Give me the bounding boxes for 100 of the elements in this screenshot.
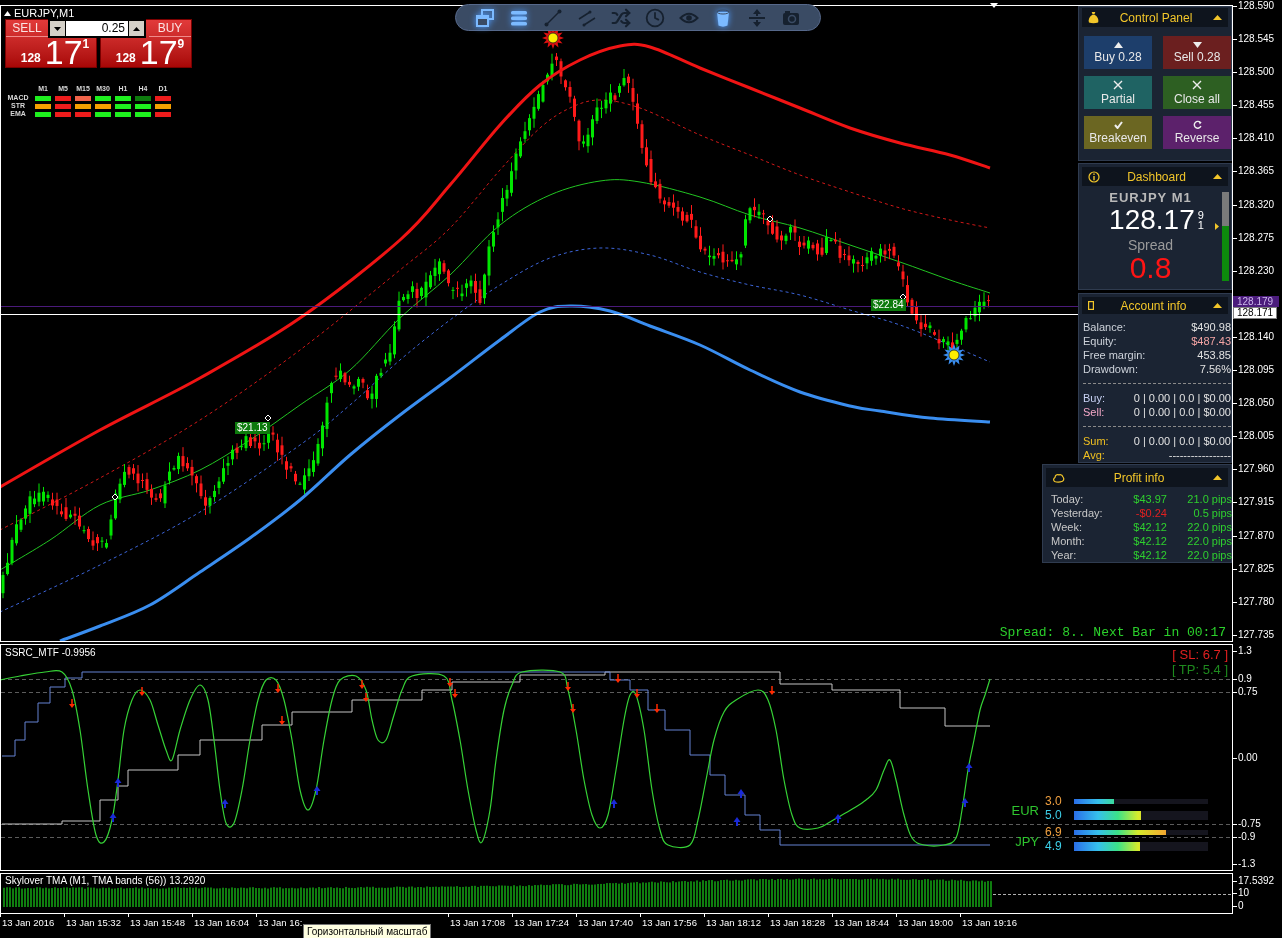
action-button[interactable]: Close all [1163, 76, 1231, 109]
account-label: Sum: [1083, 434, 1109, 448]
windows-icon[interactable] [475, 7, 495, 28]
oscillator-axis-label: 0.75 [1238, 686, 1258, 698]
price-axis-label: 128.320 [1238, 198, 1275, 211]
period-label: Month: [1051, 534, 1086, 548]
down-triangle-icon [1192, 41, 1202, 48]
up-triangle-icon [1113, 41, 1123, 48]
price-axis-label: 128.545 [1238, 33, 1275, 46]
down-arrow-icon [275, 683, 281, 693]
action-button[interactable]: Sell 0.28 [1163, 36, 1231, 69]
collapse-caret-icon[interactable] [1213, 174, 1222, 179]
price-axis-label: 128.050 [1238, 397, 1275, 410]
pointer-triangle-icon [1215, 222, 1219, 230]
profit-pips: 22.0 pips [1186, 520, 1232, 534]
panel-title: Control Panel [1118, 10, 1194, 25]
cross-icon [1192, 79, 1202, 90]
account-label: Free margin: [1083, 348, 1146, 362]
down-arrow-icon [279, 715, 285, 725]
price-axis-label: 128.230 [1238, 264, 1275, 277]
price-fraction: 1 [82, 38, 90, 50]
account-value: 7.56% [1199, 362, 1231, 376]
price-axis-label: 127.960 [1238, 463, 1275, 476]
lot-size-field[interactable]: 0.25 [66, 21, 128, 36]
chart-title: EURJPY,M1 [14, 7, 75, 20]
profit-amount: $42.12 [1132, 534, 1167, 548]
oscillator-axis-label: -0.75 [1238, 818, 1261, 830]
down-arrow-icon [139, 686, 145, 696]
lot-decrease-button[interactable] [50, 21, 65, 36]
time-axis-label: 13 Jan 16:04 [193, 917, 250, 929]
collapse-caret-icon[interactable] [1213, 475, 1222, 480]
panel-title: Profit info [1112, 470, 1166, 485]
account-value: $490.98 [1191, 320, 1231, 334]
price-axis-label: 127.735 [1238, 628, 1275, 641]
action-button[interactable]: Partial [1084, 76, 1152, 109]
price-fraction: 9 [177, 38, 185, 50]
collapse-caret-icon[interactable] [1213, 15, 1222, 20]
action-button[interactable]: Breakeven [1084, 116, 1152, 149]
up-arrow-icon [834, 814, 842, 824]
action-button[interactable]: Reverse [1163, 116, 1231, 149]
up-arrow-icon [965, 763, 973, 773]
up-arrow-icon [313, 786, 321, 796]
up-arrow-icon [109, 813, 117, 823]
period-label: Yesterday: [1051, 506, 1104, 520]
profit-pips: 22.0 pips [1186, 534, 1232, 548]
indicator-title: Skylover TMA (M1, TMA bands (56)) 13.2920 [5, 875, 206, 887]
price-axis-label: 128.455 [1238, 99, 1275, 112]
account-label: Buy: [1083, 391, 1105, 405]
info-icon [1088, 170, 1100, 183]
take-profit-label: [ TP: 5.4 ] [1171, 662, 1228, 677]
spread-value: 0.8 [1129, 253, 1172, 283]
time-axis-label: 13 Jan 2016 [1, 917, 56, 929]
oscillator-axis-label: 1.3 [1238, 645, 1252, 657]
oscillator-axis-label: 0.9 [1238, 673, 1252, 685]
down-arrow-icon [769, 685, 775, 695]
period-label: Year: [1051, 548, 1078, 562]
time-axis-label: 13 Jan 16: [257, 917, 303, 929]
time-axis-label: 13 Jan 17:56 [641, 917, 698, 929]
up-arrow-icon [961, 798, 969, 808]
histogram-axis-label: 10 [1238, 887, 1250, 899]
profit-label: $22.84 [871, 299, 906, 311]
profit-amount: $42.12 [1132, 520, 1167, 534]
price-axis-label: 127.870 [1238, 529, 1275, 542]
rectangle-icon [1088, 301, 1094, 310]
shift-marker-icon[interactable] [990, 3, 998, 8]
time-axis-label: 13 Jan 19:16 [961, 917, 1018, 929]
period-label: Week: [1051, 520, 1083, 534]
strength-value: 5.0 [1045, 808, 1063, 822]
price-axis-label: 128.590 [1238, 0, 1275, 12]
money-bag-icon [1088, 11, 1099, 24]
price-axis-label: 128.095 [1238, 364, 1275, 377]
cross-icon [1113, 79, 1123, 90]
price-axis-label: 128.410 [1238, 132, 1275, 145]
account-label: Avg: [1083, 448, 1105, 462]
price-axis-label: 127.780 [1238, 595, 1275, 608]
collapse-caret-icon[interactable] [1213, 303, 1222, 308]
diamond-marker-icon [766, 215, 774, 223]
price-pips: 17 [139, 37, 178, 67]
lot-increase-button[interactable] [129, 21, 144, 36]
account-value: 453.85 [1197, 348, 1231, 362]
stop-loss-label: [ SL: 6.7 ] [1172, 647, 1228, 662]
spread-label: Spread [1127, 237, 1174, 253]
up-triangle-icon[interactable] [4, 11, 11, 16]
period-label: Today: [1051, 492, 1085, 506]
price-axis-label: 127.825 [1238, 562, 1275, 575]
currency-label: JPY [1014, 835, 1039, 849]
cloud-icon [1052, 472, 1065, 483]
account-label: Sell: [1083, 405, 1105, 419]
status-text: Spread: 8.. Next Bar in 00:17 [999, 626, 1226, 640]
buy-button[interactable]: BUY [149, 20, 191, 37]
account-value: 0 | 0.00 | 0.0 | $0.00 [1133, 391, 1231, 405]
strength-value: 3.0 [1045, 794, 1063, 808]
down-triangle-icon [54, 26, 61, 31]
panel-title: Account info [1119, 298, 1188, 313]
action-button[interactable]: Buy 0.28 [1084, 36, 1152, 69]
time-axis-label: 13 Jan 18:28 [769, 917, 826, 929]
down-arrow-icon [615, 673, 621, 683]
account-value: 0 | 0.00 | 0.0 | $0.00 [1133, 405, 1231, 419]
time-axis-label: 13 Jan 15:32 [65, 917, 122, 929]
price-pips: 17 [44, 37, 83, 67]
